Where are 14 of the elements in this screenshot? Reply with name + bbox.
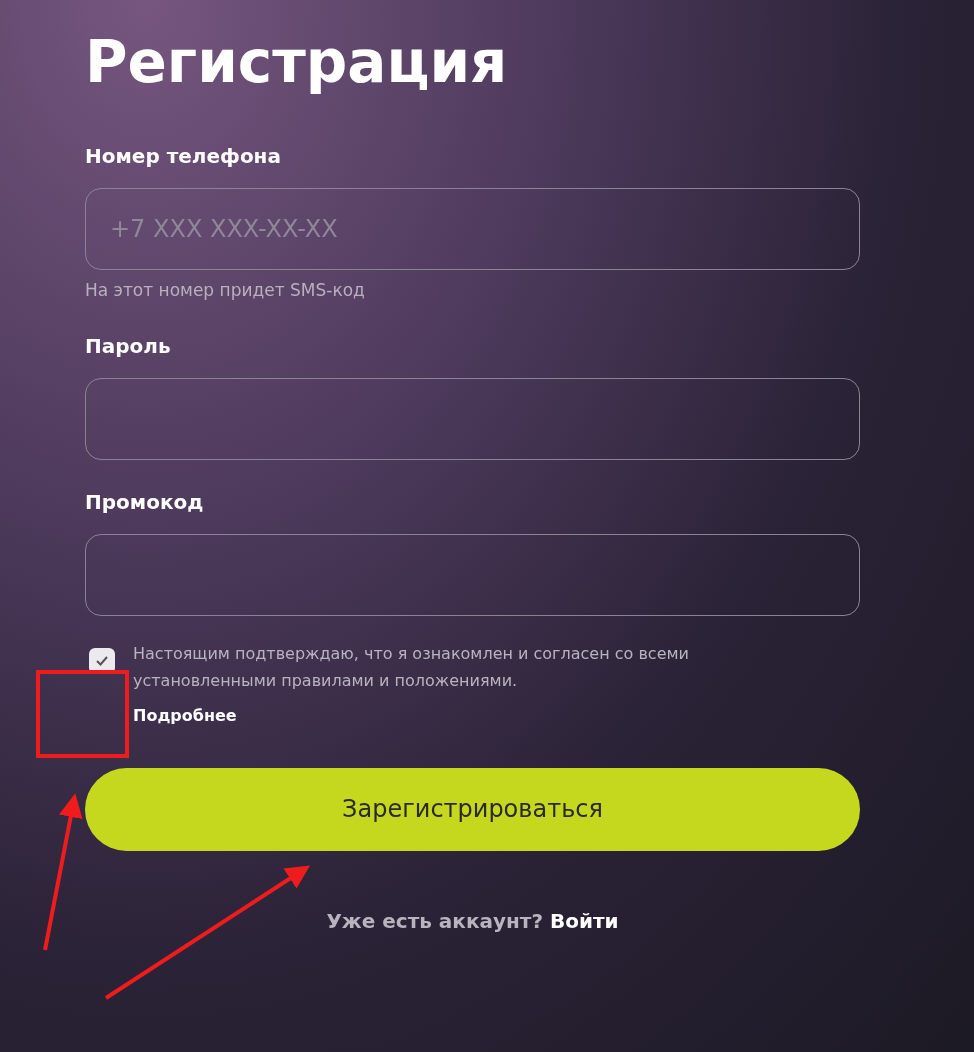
- login-link[interactable]: Войти: [550, 908, 619, 933]
- field-label: Промокод: [85, 488, 204, 516]
- input-field[interactable]: [85, 533, 860, 616]
- field-label: Пароль: [85, 332, 171, 360]
- input-field[interactable]: +7 XXX XXX-XX-XX: [85, 188, 860, 270]
- input-field[interactable]: [85, 377, 860, 460]
- consent-text: Настоящим подтверждаю, что я ознакомлен и согласен со всеми установленными правилами и положениями.: [133, 642, 690, 692]
- field-hint: На этот номер придет SMS-код: [85, 279, 365, 302]
- field-label: Номер телефона: [85, 143, 281, 170]
- details-link[interactable]: Подробнее: [133, 703, 237, 728]
- check-icon: [95, 654, 109, 667]
- page-title: Регистрация: [85, 27, 508, 98]
- login-prompt: Уже есть аккаунт? Войти: [325, 907, 620, 935]
- register-button[interactable]: Зарегистрироваться: [85, 767, 860, 851]
